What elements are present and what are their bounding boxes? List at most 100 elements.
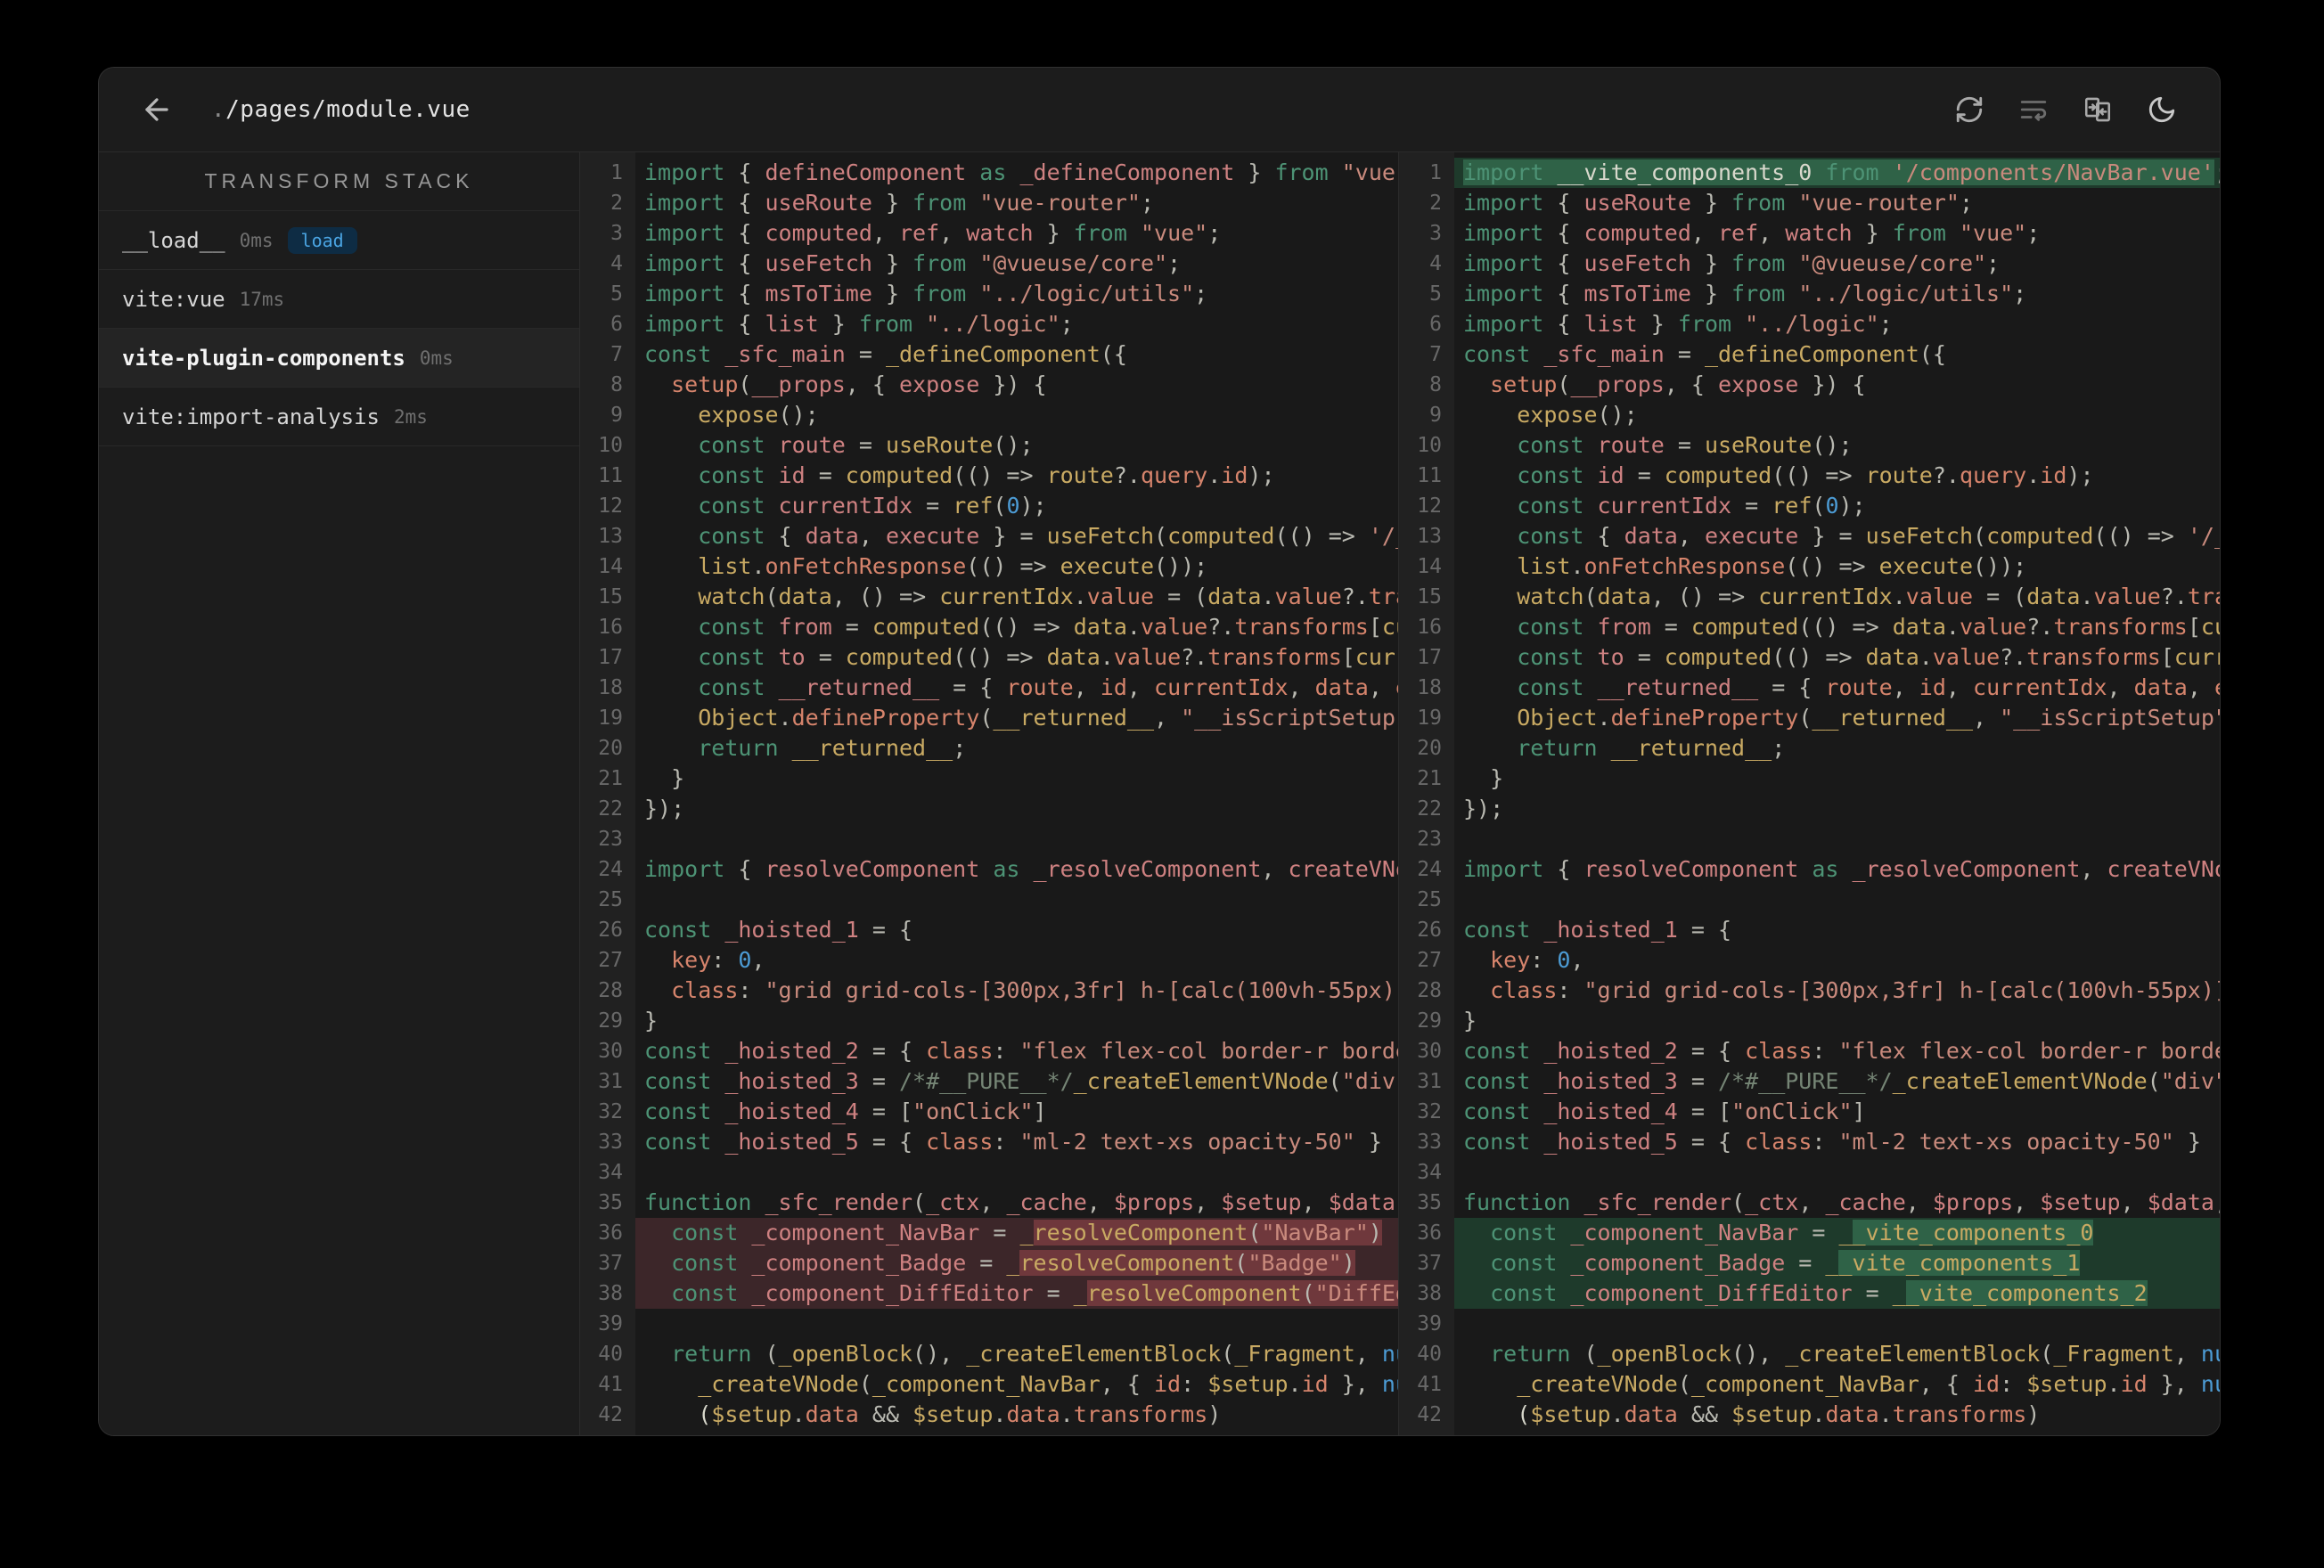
- code-text: const _hoisted_1 = {: [644, 917, 913, 943]
- code-line: 8 setup(__props, { expose }) {: [580, 370, 1398, 400]
- sidebar-item-vite-plugin-components[interactable]: vite-plugin-components 0ms: [99, 329, 579, 388]
- line-number: 12: [1417, 494, 1442, 518]
- line-number: 2: [1429, 192, 1442, 215]
- transform-stack-sidebar: TRANSFORM STACK __load__ 0ms load vite:v…: [99, 152, 580, 1435]
- code-text: const { data, execute } = useFetch(compu…: [1517, 523, 2220, 549]
- code-text: import { computed, ref, watch } from "vu…: [644, 220, 1222, 246]
- line-number: 10: [1417, 434, 1442, 457]
- code-text: const __returned__ = { route, id, curren…: [698, 674, 1398, 700]
- line-number: 24: [598, 858, 623, 881]
- code-lines-after: 1 import __vite_components_0 from '/compo…: [1399, 152, 2220, 1430]
- line-number: 25: [1417, 888, 1442, 911]
- line-number: 14: [1417, 555, 1442, 578]
- code-line: 10 const route = useRoute();: [1399, 430, 2220, 461]
- line-number: 37: [1417, 1252, 1442, 1275]
- code-line: 25: [1399, 885, 2220, 915]
- theme-toggle-button[interactable]: [2147, 94, 2177, 125]
- side-by-side-toggle-button[interactable]: [2083, 94, 2113, 125]
- code-text: ($setup.data && $setup.data.transforms): [1463, 1401, 2041, 1427]
- code-text: const _hoisted_4 = ["onClick"]: [644, 1098, 1047, 1124]
- code-text: class: "grid grid-cols-[300px,3fr] h-[ca…: [671, 977, 1398, 1003]
- code-line: 21 }: [580, 764, 1398, 794]
- line-number: 42: [598, 1403, 623, 1426]
- code-text: const _hoisted_4 = ["onClick"]: [1463, 1098, 1866, 1124]
- code-line: 27 key: 0,: [580, 945, 1398, 976]
- code-line: 11 const id = computed(() => route?.quer…: [1399, 461, 2220, 491]
- code-text: const from = computed(() => data.value?.…: [1517, 614, 2220, 640]
- code-line: 23: [1399, 824, 2220, 854]
- code-line: 33 const _hoisted_5 = { class: "ml-2 text…: [580, 1127, 1398, 1157]
- refresh-icon: [1956, 96, 1983, 123]
- code-line: 40 return (_openBlock(), _createElementB…: [1399, 1339, 2220, 1369]
- line-number: 21: [598, 767, 623, 790]
- code-line: 41 _createVNode(_component_NavBar, { id:…: [1399, 1369, 2220, 1400]
- pane-after[interactable]: 1 import __vite_components_0 from '/compo…: [1399, 152, 2220, 1435]
- line-number: 39: [1417, 1312, 1442, 1335]
- code-line: 6 import { list } from "../logic";: [1399, 309, 2220, 339]
- line-number: 4: [1429, 252, 1442, 275]
- line-number: 27: [1417, 949, 1442, 972]
- code-text: const __returned__ = { route, id, curren…: [1517, 674, 2220, 700]
- code-line: 1 import __vite_components_0 from '/compo…: [1399, 158, 2220, 188]
- line-number: 42: [1417, 1403, 1442, 1426]
- line-number: 2: [610, 192, 623, 215]
- code-text: const _sfc_main = _defineComponent({: [644, 341, 1127, 367]
- line-number: 19: [598, 706, 623, 730]
- code-line: 13 const { data, execute } = useFetch(co…: [1399, 521, 2220, 551]
- code-text: const _hoisted_1 = {: [1463, 917, 1732, 943]
- code-line: 36 const _component_NavBar = __vite_comp…: [1399, 1218, 2220, 1248]
- back-button[interactable]: [140, 93, 174, 127]
- line-number: 29: [1417, 1009, 1442, 1033]
- line-number: 37: [598, 1252, 623, 1275]
- code-line: 34: [1399, 1157, 2220, 1188]
- code-line: 42 ($setup.data && $setup.data.transform…: [580, 1400, 1398, 1430]
- code-line: 12 const currentIdx = ref(0);: [1399, 491, 2220, 521]
- code-text: const _hoisted_3 = /*#__PURE__*/_createE…: [644, 1068, 1398, 1094]
- code-text: const { data, execute } = useFetch(compu…: [698, 523, 1398, 549]
- code-line: 7 const _sfc_main = _defineComponent({: [1399, 339, 2220, 370]
- content: TRANSFORM STACK __load__ 0ms load vite:v…: [99, 152, 2220, 1435]
- line-number: 9: [610, 404, 623, 427]
- code-text: return (_openBlock(), _createElementBloc…: [671, 1341, 1398, 1367]
- wrap-lines-icon: [2020, 101, 2047, 121]
- pane-before[interactable]: 1 import { defineComponent as _defineComp…: [580, 152, 1399, 1435]
- title-dot: .: [211, 96, 226, 123]
- code-line: 39: [1399, 1309, 2220, 1339]
- sidebar-item-load[interactable]: __load__ 0ms load: [99, 211, 579, 270]
- sidebar-item-vite-vue[interactable]: vite:vue 17ms: [99, 270, 579, 329]
- wrap-lines-button[interactable]: [2018, 94, 2049, 125]
- toolbar: [1954, 94, 2177, 125]
- code-line: 20 return __returned__;: [1399, 733, 2220, 764]
- code-text: import { msToTime } from "../logic/utils…: [1463, 281, 2027, 306]
- line-number: 35: [598, 1191, 623, 1214]
- code-line: 33 const _hoisted_5 = { class: "ml-2 text…: [1399, 1127, 2220, 1157]
- line-number: 12: [598, 494, 623, 518]
- code-line: 12 const currentIdx = ref(0);: [580, 491, 1398, 521]
- line-number: 18: [598, 676, 623, 699]
- line-number: 39: [598, 1312, 623, 1335]
- code-text: }: [644, 1008, 659, 1033]
- code-text: });: [1463, 796, 1504, 821]
- code-text: list.onFetchResponse(() => execute());: [1517, 553, 2027, 579]
- code-text: import { useFetch } from "@vueuse/core";: [1463, 250, 2001, 276]
- code-line: 29}: [580, 1006, 1398, 1036]
- side-by-side-icon: [2084, 97, 2111, 122]
- sidebar-item-vite-import-analysis[interactable]: vite:import-analysis 2ms: [99, 388, 579, 446]
- line-number: 41: [598, 1373, 623, 1396]
- code-line: 31 const _hoisted_3 = /*#__PURE__*/_creat…: [580, 1066, 1398, 1097]
- code-text: key: 0,: [1490, 947, 1584, 973]
- line-number: 28: [598, 979, 623, 1002]
- code-line: 35 function _sfc_render(_ctx, _cache, $pr…: [580, 1188, 1398, 1218]
- line-number: 11: [1417, 464, 1442, 487]
- code-line: 21 }: [1399, 764, 2220, 794]
- code-text: }: [1463, 765, 1504, 791]
- refresh-button[interactable]: [1954, 94, 1984, 125]
- code-text: expose();: [1517, 402, 1638, 428]
- line-number: 36: [598, 1221, 623, 1245]
- code-line: 27 key: 0,: [1399, 945, 2220, 976]
- line-number: 17: [598, 646, 623, 669]
- code-text: import { resolveComponent as _resolveCom…: [644, 856, 1398, 882]
